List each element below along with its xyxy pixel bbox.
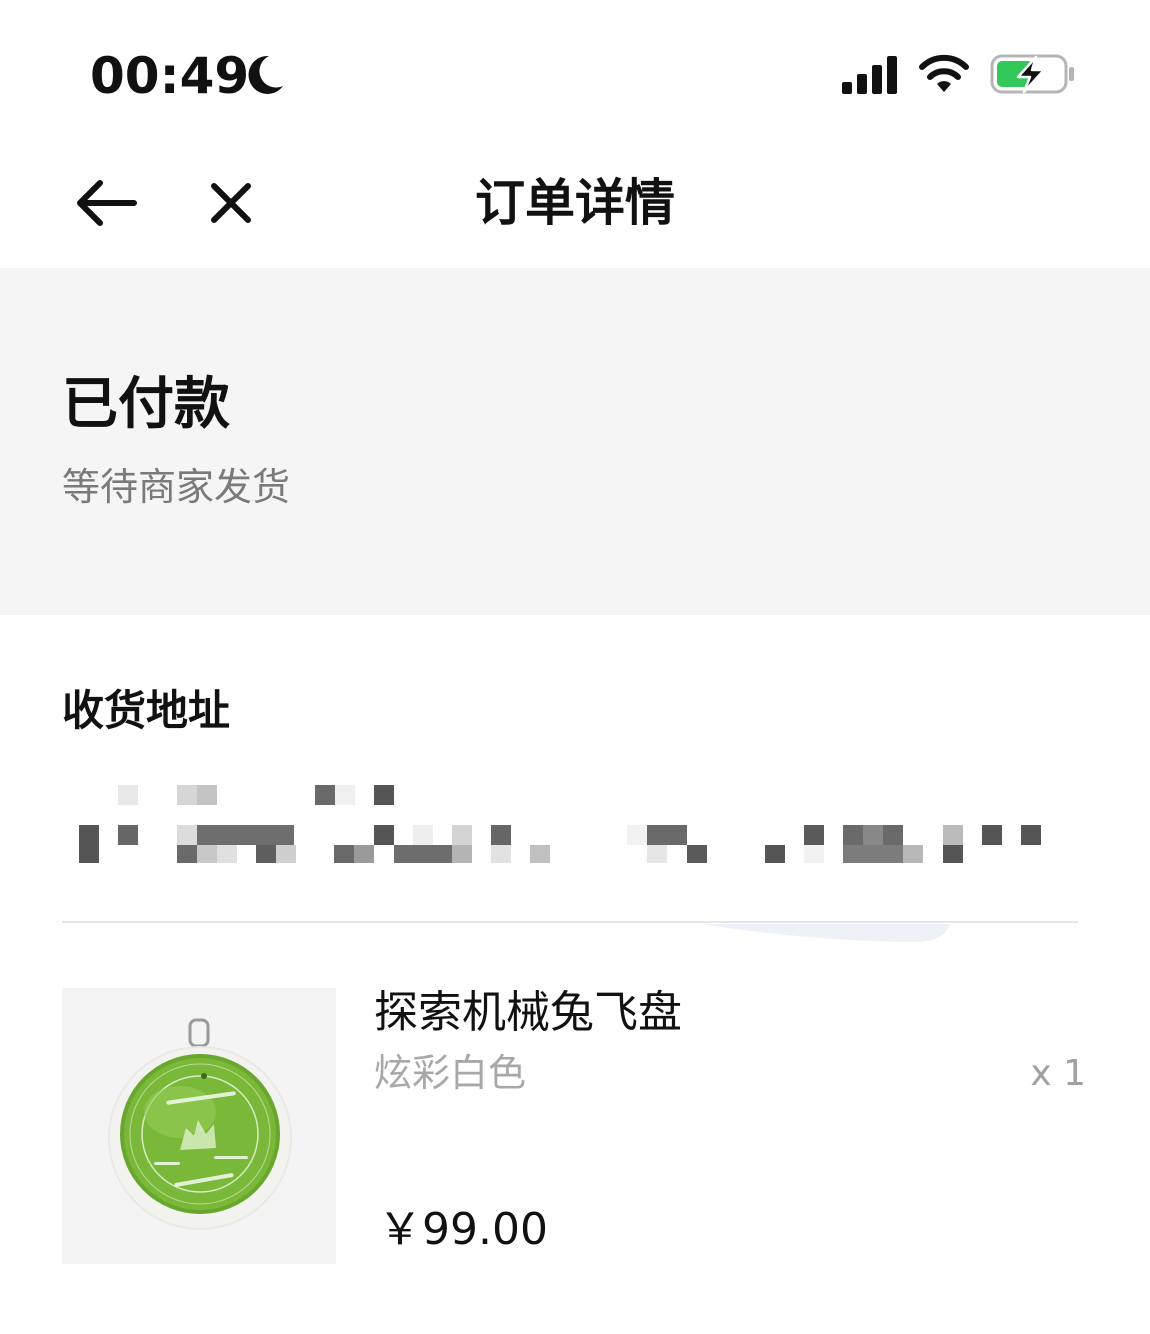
address-obscured-content — [79, 785, 1041, 863]
address-section-title: 收货地址 — [62, 686, 231, 735]
product-variant: 炫彩白色 — [374, 1051, 527, 1095]
product-name: 探索机械兔飞盘 — [374, 987, 682, 1038]
battery-charging-icon — [990, 54, 1074, 94]
product-item[interactable]: 探索机械兔飞盘 炫彩白色 x 1 ￥99.00 — [0, 988, 1150, 1268]
status-bar: 00:49 — [0, 0, 1150, 150]
product-price: ￥99.00 — [378, 1204, 548, 1255]
page-title: 订单详情 — [475, 174, 675, 232]
order-status-panel: 已付款 等待商家发货 — [0, 268, 1150, 615]
green-frisbee-image — [62, 988, 336, 1264]
moon-icon — [248, 55, 283, 94]
order-status-title: 已付款 — [62, 372, 230, 437]
product-quantity: x 1 — [1030, 1053, 1086, 1094]
order-status-subtitle: 等待商家发货 — [62, 465, 291, 509]
wifi-icon — [919, 54, 969, 92]
navigation-bar: 订单详情 — [0, 150, 1150, 268]
divider-shadow — [700, 924, 950, 942]
product-image[interactable] — [62, 988, 336, 1264]
cellular-signal-icon — [842, 56, 897, 94]
status-time: 00:49 — [90, 47, 250, 105]
